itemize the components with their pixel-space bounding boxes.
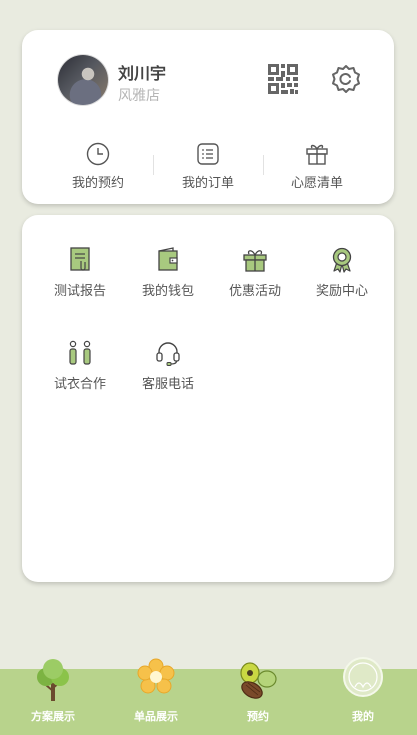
flower-icon	[137, 658, 175, 694]
tab-label: 我的	[352, 710, 374, 723]
menu-item-label: 我的钱包	[141, 284, 194, 299]
menu-item-label: 奖励中心	[315, 284, 368, 299]
menu-item-rewards[interactable]: 奖励中心	[298, 247, 386, 299]
my-orders-link[interactable]: 我的订单	[153, 140, 263, 191]
quick-link-label: 我的预约	[71, 176, 124, 191]
profile-card: 刘川宇 风雅店 我的预约 我的订单 心愿清单	[22, 30, 394, 204]
tab-appointment[interactable]: 预约	[218, 662, 298, 735]
store-name: 风雅店	[118, 88, 160, 104]
menu-item-wallet[interactable]: 我的钱包	[124, 247, 212, 299]
gift-icon	[306, 144, 328, 165]
menu-item-test-report[interactable]: 测试报告	[36, 247, 124, 299]
tab-label: 方案展示	[31, 710, 75, 723]
medal-icon	[332, 247, 352, 273]
gift-box-icon	[243, 250, 267, 272]
user-name: 刘川宇	[118, 64, 167, 83]
quick-links: 我的预约 我的订单 心愿清单	[22, 140, 394, 191]
fruit-icon	[240, 662, 277, 699]
wallet-icon	[158, 247, 178, 271]
people-icon	[69, 340, 91, 365]
profile-circle-icon	[343, 657, 383, 697]
tab-label: 预约	[247, 710, 269, 723]
qr-code-icon[interactable]	[268, 64, 298, 94]
menu-item-fitting-cooperation[interactable]: 试衣合作	[36, 340, 124, 392]
report-icon	[70, 247, 90, 271]
tab-products[interactable]: 单品展示	[116, 658, 196, 735]
bottom-tab-bar: 方案展示 单品展示 预约 我的	[0, 657, 417, 735]
menu-item-customer-service[interactable]: 客服电话	[124, 340, 212, 392]
order-list-icon	[197, 143, 219, 165]
wishlist-link[interactable]: 心愿清单	[262, 140, 372, 191]
menu-item-label: 试衣合作	[53, 377, 106, 392]
quick-link-label: 我的订单	[181, 176, 234, 191]
menu-item-label: 优惠活动	[228, 284, 281, 299]
menu-item-label: 测试报告	[53, 284, 106, 299]
menu-item-label: 客服电话	[141, 377, 194, 392]
quick-link-label: 心愿清单	[290, 176, 343, 191]
menu-item-promotions[interactable]: 优惠活动	[211, 247, 299, 299]
my-appointments-link[interactable]: 我的预约	[43, 140, 153, 191]
tab-label: 单品展示	[134, 710, 178, 723]
menu-card: 测试报告 我的钱包 优惠活动 奖励中心 试衣合作 客服电话	[22, 215, 394, 582]
headset-icon	[156, 342, 180, 366]
avatar[interactable]	[58, 55, 108, 105]
clock-icon	[86, 142, 110, 166]
tab-solutions[interactable]: 方案展示	[13, 659, 93, 735]
tree-icon	[37, 659, 69, 701]
tab-mine[interactable]: 我的	[323, 657, 403, 735]
settings-gear-icon[interactable]	[330, 63, 362, 95]
